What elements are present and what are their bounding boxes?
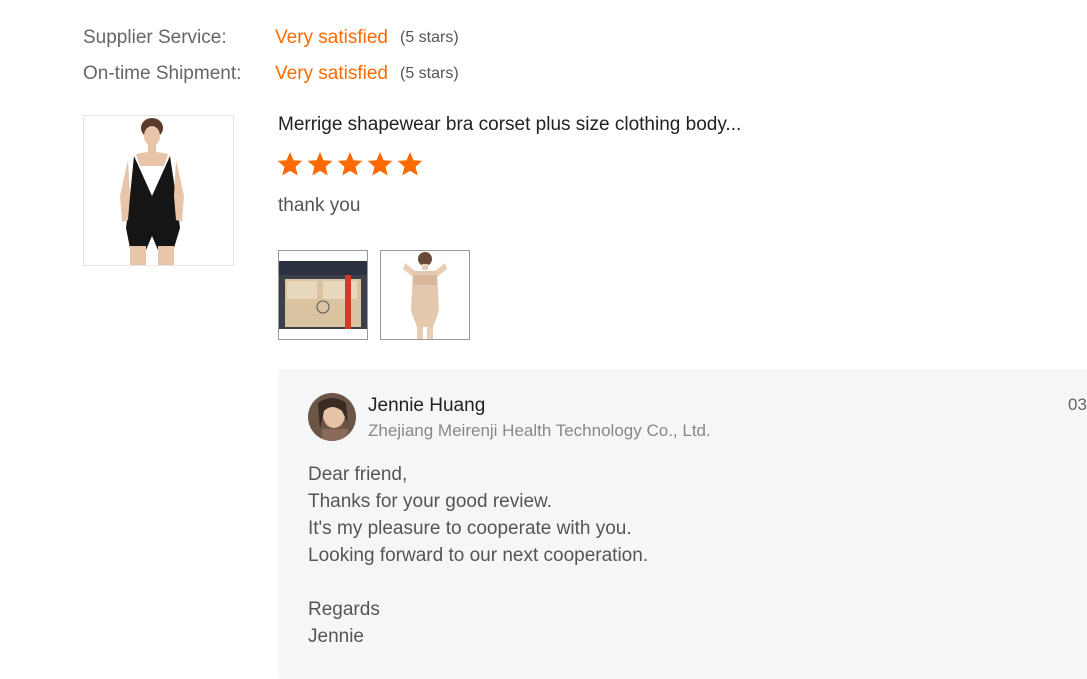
rating-value: Very satisfied bbox=[275, 63, 388, 84]
review-photo-2[interactable] bbox=[380, 250, 470, 340]
star-icon bbox=[277, 152, 303, 176]
avatar bbox=[308, 393, 356, 441]
rating-row-supplier-service: Supplier Service: Very satisfied (5 star… bbox=[83, 25, 459, 51]
seller-reply: Jennie Huang Zhejiang Meirenji Health Te… bbox=[278, 369, 1087, 679]
reply-line: It's my pleasure to cooperate with you. bbox=[308, 518, 632, 539]
rating-label: On-time Shipment: bbox=[83, 63, 242, 84]
reply-author-name: Jennie Huang bbox=[368, 395, 486, 416]
reply-line: Looking forward to our next cooperation. bbox=[308, 545, 649, 566]
product-image bbox=[84, 116, 233, 265]
star-icon bbox=[337, 152, 363, 176]
reply-message: Dear friend, Thanks for your good review… bbox=[308, 461, 648, 650]
rating-value: Very satisfied bbox=[275, 27, 388, 48]
star-rating bbox=[276, 150, 424, 178]
reply-line: Thanks for your good review. bbox=[308, 491, 552, 512]
reply-line bbox=[308, 569, 648, 596]
boxes-photo-image bbox=[279, 251, 367, 339]
rating-row-on-time-shipment: On-time Shipment: Very satisfied (5 star… bbox=[83, 61, 459, 87]
product-thumbnail[interactable] bbox=[83, 115, 234, 266]
rating-stars-text: (5 stars) bbox=[400, 65, 459, 82]
reply-line: Jennie bbox=[308, 626, 364, 647]
avatar-image bbox=[308, 393, 356, 441]
star-icon bbox=[397, 152, 423, 176]
reply-date: 03 bbox=[1068, 395, 1087, 414]
rating-label: Supplier Service: bbox=[83, 27, 227, 48]
reply-line: Dear friend, bbox=[308, 464, 408, 485]
product-title[interactable]: Merrige shapewear bra corset plus size c… bbox=[278, 114, 741, 136]
beige-shapewear-image bbox=[381, 251, 469, 339]
review-text: thank you bbox=[278, 195, 361, 216]
reply-line: Regards bbox=[308, 599, 380, 620]
review-photo-1[interactable] bbox=[278, 250, 368, 340]
rating-stars-text: (5 stars) bbox=[400, 29, 459, 46]
star-icon bbox=[367, 152, 393, 176]
reply-company-name: Zhejiang Meirenji Health Technology Co.,… bbox=[368, 421, 711, 440]
star-icon bbox=[307, 152, 333, 176]
